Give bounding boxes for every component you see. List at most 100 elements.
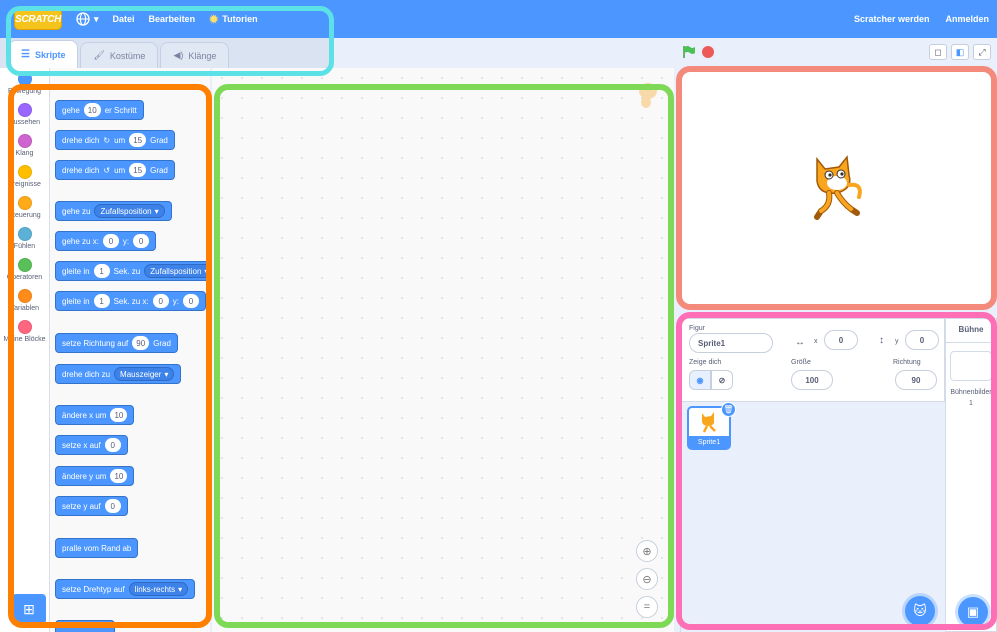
category-3[interactable]: Ereignisse — [0, 161, 49, 192]
category-dot-icon — [17, 257, 32, 272]
stop-icon[interactable] — [702, 46, 714, 58]
block-dropdown[interactable]: Zufallsposition ▾ — [144, 264, 210, 278]
fullscreen-icon[interactable]: ⤢ — [973, 44, 991, 60]
category-6[interactable]: Operatoren — [0, 254, 49, 285]
block-dropdown[interactable]: Zufallsposition ▾ — [94, 204, 165, 218]
block-input[interactable]: 1 — [93, 294, 110, 308]
category-0[interactable]: Bewegung — [0, 68, 49, 99]
block-turn-right[interactable]: drehe dich ↻ um 15 Grad — [55, 130, 175, 150]
tab-code[interactable]: ☰ Skripte — [8, 40, 79, 68]
block-input[interactable]: 0 — [133, 234, 150, 248]
stage-thumbnail[interactable] — [950, 351, 992, 381]
block-text: gleite in — [62, 266, 90, 276]
zoom-out-button[interactable]: ⊖ — [636, 568, 658, 590]
chevron-down-icon: ▾ — [94, 13, 99, 24]
block-goto[interactable]: gehe zu Zufallsposition ▾ — [55, 201, 172, 221]
script-workspace[interactable]: ⊕ ⊖ = — [212, 68, 674, 632]
edit-menu[interactable]: Bearbeiten — [149, 14, 196, 24]
block-input[interactable]: 10 — [110, 469, 128, 483]
block-point-towards[interactable]: drehe dich zu Mauszeiger ▾ — [55, 364, 182, 384]
scratch-logo[interactable]: SCRATCH — [14, 8, 62, 30]
file-menu[interactable]: Datei — [113, 14, 135, 24]
dropdown-value: links-rechts — [134, 584, 176, 594]
lightbulb-icon: ✹ — [209, 13, 219, 26]
category-dot-icon — [17, 102, 32, 117]
block-input[interactable]: 0 — [104, 438, 121, 452]
cat-sprite-icon[interactable] — [807, 153, 865, 221]
block-text: pralle vom Rand ab — [62, 543, 132, 553]
brush-icon: 🖌︎ — [93, 50, 105, 60]
show-hidden-button[interactable]: ⊘ — [711, 370, 733, 390]
block-turn-left[interactable]: drehe dich ↺ um 15 Grad — [55, 160, 175, 180]
block-input[interactable]: 0 — [104, 499, 121, 513]
sprite-name-field[interactable]: Sprite1 — [689, 333, 773, 353]
block-change-y[interactable]: ändere y um 10 — [55, 466, 135, 486]
block-point-direction[interactable]: setze Richtung auf 90 Grad — [55, 333, 178, 353]
chevron-down-icon: ▾ — [164, 369, 169, 379]
direction-label: Richtung — [893, 359, 921, 366]
size-field[interactable]: 100 — [791, 370, 833, 390]
block-goto-xy[interactable]: gehe zu x: 0 y: 0 — [55, 231, 157, 251]
green-flag-icon[interactable] — [682, 45, 696, 59]
signin-link[interactable]: Anmelden — [945, 14, 989, 24]
block-input[interactable]: 10 — [110, 408, 128, 422]
globe-icon — [76, 12, 90, 26]
sprite-tile-name: Sprite1 — [697, 439, 721, 446]
direction-field[interactable]: 90 — [895, 370, 937, 390]
category-8[interactable]: Meine Blöcke — [0, 316, 49, 347]
block-set-y[interactable]: setze y auf 0 — [55, 496, 128, 516]
category-2[interactable]: Klang — [0, 130, 49, 161]
block-input[interactable]: 1 — [93, 264, 110, 278]
choose-backdrop-button[interactable]: ▣ — [958, 597, 988, 627]
add-extension-button[interactable]: ⊞ — [12, 594, 46, 624]
block-rotation-style[interactable]: setze Drehtyp auf links-rechts ▾ — [55, 579, 196, 599]
x-label: x — [814, 338, 818, 345]
join-link[interactable]: Scratcher werden — [854, 14, 930, 24]
add-extension-icon: ⊞ — [23, 600, 35, 617]
backdrops-count: 1 — [969, 400, 973, 407]
block-input[interactable]: 15 — [129, 133, 147, 147]
tab-costumes[interactable]: 🖌︎ Kostüme — [80, 42, 159, 68]
block-partial[interactable] — [55, 620, 115, 632]
category-1[interactable]: Aussehen — [0, 99, 49, 130]
block-input[interactable]: 10 — [83, 103, 101, 117]
large-stage-icon[interactable]: ◧ — [951, 44, 969, 60]
block-glide[interactable]: gleite in 1 Sek. zu Zufallsposition ▾ — [55, 261, 210, 281]
block-bounce[interactable]: pralle vom Rand ab — [55, 538, 139, 558]
y-field[interactable]: 0 — [905, 330, 939, 350]
block-dropdown[interactable]: Mauszeiger ▾ — [114, 367, 175, 381]
block-change-x[interactable]: ändere x um 10 — [55, 405, 135, 425]
choose-backdrop-icon: ▣ — [966, 604, 980, 619]
stage-canvas[interactable] — [680, 68, 993, 306]
small-stage-icon[interactable]: ◻ — [929, 44, 947, 60]
category-list: Bewegung Aussehen Klang Ereignisse Steuerung… — [0, 68, 49, 347]
block-input[interactable]: 0 — [182, 294, 199, 308]
choose-sprite-icon: 🐱︎ — [913, 603, 927, 618]
show-label: Zeige dich — [689, 359, 722, 366]
category-label: Ereignisse — [8, 180, 41, 188]
show-visible-button[interactable]: ◉ — [689, 370, 711, 390]
language-menu[interactable]: ▾ — [76, 12, 99, 26]
block-palette: gehe 10 er Schritt drehe dich ↻ um 15 Gr… — [50, 68, 210, 632]
tab-sounds[interactable]: ◀︎) Klänge — [160, 42, 230, 68]
category-4[interactable]: Steuerung — [0, 192, 49, 223]
block-dropdown[interactable]: links-rechts ▾ — [128, 582, 189, 596]
block-glide-xy[interactable]: gleite in 1 Sek. zu x: 0 y: 0 — [55, 291, 206, 311]
delete-sprite-button[interactable]: 🗑︎ — [721, 402, 736, 417]
zoom-in-button[interactable]: ⊕ — [636, 540, 658, 562]
block-set-x[interactable]: setze x auf 0 — [55, 435, 128, 455]
block-input[interactable]: 15 — [129, 163, 147, 177]
category-7[interactable]: Variablen — [0, 285, 49, 316]
block-input[interactable]: 0 — [102, 234, 119, 248]
tab-costumes-label: Kostüme — [109, 50, 146, 61]
block-input[interactable]: 0 — [152, 294, 169, 308]
tutorials-button[interactable]: ✹ Tutorien — [209, 13, 258, 26]
x-field[interactable]: 0 — [824, 330, 858, 350]
category-5[interactable]: Fühlen — [0, 223, 49, 254]
category-dot-icon — [17, 71, 32, 86]
block-move-steps[interactable]: gehe 10 er Schritt — [55, 100, 144, 120]
choose-sprite-button[interactable]: 🐱︎ — [905, 596, 935, 626]
block-input[interactable]: 90 — [132, 336, 150, 350]
zoom-reset-button[interactable]: = — [636, 596, 658, 618]
category-label: Bewegung — [7, 87, 42, 95]
